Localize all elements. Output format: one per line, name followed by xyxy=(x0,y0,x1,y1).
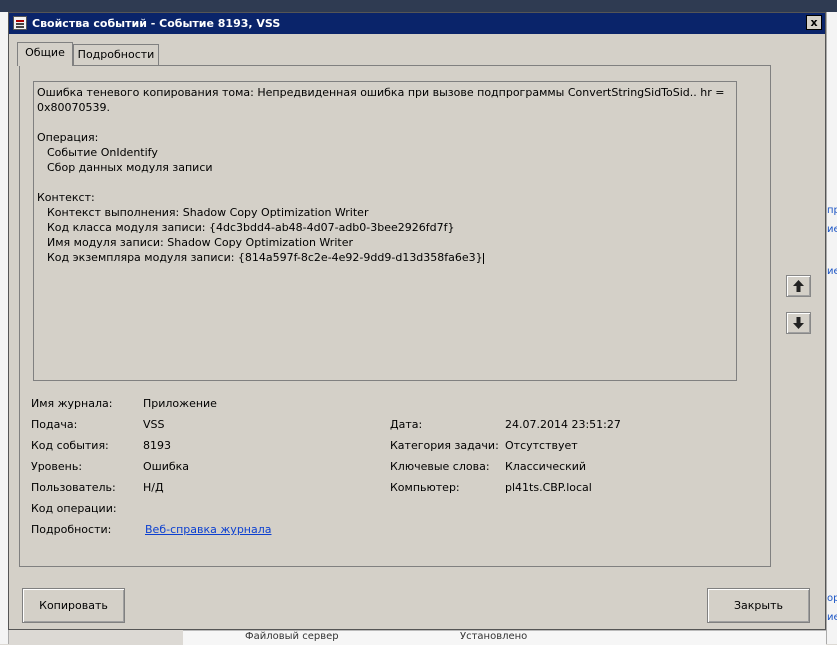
level-value: Ошибка xyxy=(143,460,190,473)
next-event-button[interactable] xyxy=(786,312,811,334)
event-id-value: 8193 xyxy=(143,439,171,452)
previous-event-button[interactable] xyxy=(786,275,811,297)
arrow-down-icon xyxy=(793,317,804,329)
user-label: Пользователь: xyxy=(31,481,116,494)
description-line: Операция: xyxy=(37,131,99,144)
dialog-title: Свойства событий - Событие 8193, VSS xyxy=(32,17,281,30)
log-name-label: Имя журнала: xyxy=(31,397,113,410)
background-row-name: Файловый сервер xyxy=(245,631,339,642)
description-line-with-cursor: Код экземпляра модуля записи: {814a597f-… xyxy=(37,250,733,265)
tab-general[interactable]: Общие xyxy=(17,42,73,66)
description-line: Код экземпляра модуля записи: {814a597f-… xyxy=(47,251,483,264)
event-id-label: Код события: xyxy=(31,439,109,452)
dialog-titlebar[interactable]: Свойства событий - Событие 8193, VSS x xyxy=(9,13,825,34)
close-icon[interactable]: x xyxy=(806,15,822,30)
background-window-title-strip xyxy=(0,0,837,12)
background-link-fragment[interactable]: ие xyxy=(827,266,837,277)
background-link-fragment[interactable]: ор xyxy=(827,593,837,604)
close-button[interactable]: Закрыть xyxy=(707,588,810,623)
arrow-up-icon xyxy=(793,280,804,292)
background-list-row: Файловый сервер Установлено xyxy=(183,630,826,645)
description-line: Ошибка теневого копирования тома: Непред… xyxy=(37,86,725,99)
event-properties-dialog: Свойства событий - Событие 8193, VSS x О… xyxy=(8,12,826,630)
more-info-label: Подробности: xyxy=(31,523,112,536)
event-viewer-icon xyxy=(13,16,27,30)
event-description-textbox[interactable]: Ошибка теневого копирования тома: Непред… xyxy=(33,81,737,381)
user-value: Н/Д xyxy=(143,481,164,494)
close-button-label: Закрыть xyxy=(734,599,783,612)
description-line: Сбор данных модуля записи xyxy=(47,161,213,174)
background-link-fragment[interactable]: пр xyxy=(827,205,837,216)
task-category-label: Категория задачи: xyxy=(390,439,499,452)
copy-button-label: Копировать xyxy=(39,599,108,612)
background-right-strip: пр ие ие ор ие xyxy=(826,12,837,644)
keywords-label: Ключевые слова: xyxy=(390,460,490,473)
description-line: Имя модуля записи: Shadow Copy Optimizat… xyxy=(47,236,353,249)
keywords-value: Классический xyxy=(505,460,587,473)
description-line xyxy=(37,115,733,130)
tab-details-label: Подробности xyxy=(77,48,155,61)
date-label: Дата: xyxy=(390,418,423,431)
description-line: 0x80070539. xyxy=(37,101,110,114)
background-link-fragment[interactable]: ие xyxy=(827,612,837,623)
event-log-online-help-link[interactable]: Веб-справка журнала xyxy=(145,523,272,536)
log-name-value: Приложение xyxy=(143,397,217,410)
tab-details[interactable]: Подробности xyxy=(73,44,159,66)
computer-label: Компьютер: xyxy=(390,481,460,494)
copy-button[interactable]: Копировать xyxy=(22,588,125,623)
task-category-value: Отсутствует xyxy=(505,439,578,452)
source-label: Подача: xyxy=(31,418,78,431)
source-value: VSS xyxy=(143,418,165,431)
opcode-label: Код операции: xyxy=(31,502,117,515)
background-row-status: Установлено xyxy=(460,631,528,642)
text-cursor xyxy=(482,252,484,264)
date-value: 24.07.2014 23:51:27 xyxy=(505,418,621,431)
description-line: Контекст: xyxy=(37,191,95,204)
tab-general-label: Общие xyxy=(25,46,65,59)
background-link-fragment[interactable]: ие xyxy=(827,224,837,235)
description-line xyxy=(37,175,733,190)
description-line: Контекст выполнения: Shadow Copy Optimiz… xyxy=(47,206,369,219)
level-label: Уровень: xyxy=(31,460,83,473)
description-line: Код класса модуля записи: {4dc3bdd4-ab48… xyxy=(47,221,455,234)
computer-value: pl41ts.CBP.local xyxy=(505,481,592,494)
description-line: Событие OnIdentify xyxy=(47,146,158,159)
